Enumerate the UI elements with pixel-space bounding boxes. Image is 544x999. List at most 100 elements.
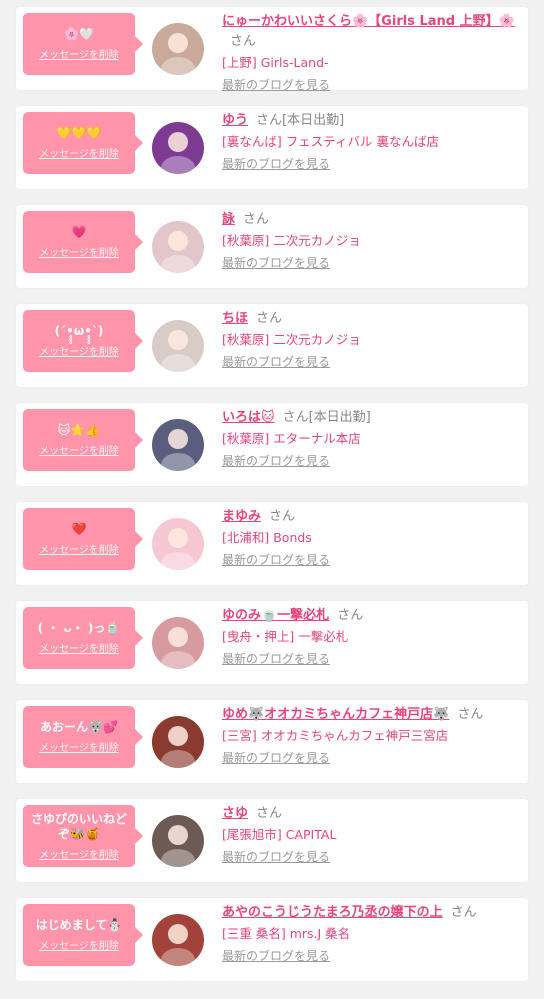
latest-blog-link[interactable]: 最新のブログを見る xyxy=(222,450,518,472)
honorific-label: さん xyxy=(256,311,283,326)
girl-name-link[interactable]: まゆみ xyxy=(222,509,261,524)
latest-blog-link[interactable]: 最新のブログを見る xyxy=(222,351,518,373)
girl-name-link[interactable]: ちほ xyxy=(222,311,248,326)
message-bubble: はじめまして⛄ メッセージを削除 xyxy=(23,904,143,966)
honorific-label: さん xyxy=(269,509,296,524)
delete-message-link[interactable]: メッセージを削除 xyxy=(39,343,119,358)
profile-info: ゆう さん[本日出勤] [裏なんば] フェスティバル 裏なんば店 最新のブログを見… xyxy=(222,111,518,175)
girl-name-link[interactable]: さゆ xyxy=(222,806,248,821)
message-bubble: ( ・ ᴗ・ )っ🍵 メッセージを削除 xyxy=(23,607,143,669)
shop-label: [秋葉原] 二次元カノジョ xyxy=(222,332,361,347)
shop-label: [尾張旭市] CAPITAL xyxy=(222,827,337,842)
name-line: にゅーかわいいさくら🌸【Girls Land 上野】🌸 さん xyxy=(222,12,518,52)
avatar-image xyxy=(152,617,204,669)
avatar-image xyxy=(152,221,204,273)
girl-name-link[interactable]: 詠 xyxy=(222,212,235,227)
avatar-image xyxy=(152,716,204,768)
avatar-image xyxy=(152,518,204,570)
name-line: いろは🐱 さん[本日出勤] xyxy=(222,408,518,428)
avatar-image xyxy=(152,23,204,75)
message-card: 🐱⭐👍 メッセージを削除 いろは🐱 さん[本日出勤] [秋葉原] エターナル本店 … xyxy=(16,403,528,486)
message-bubble: 💗 メッセージを削除 xyxy=(23,211,143,273)
message-text: ❤️ xyxy=(71,522,87,536)
delete-message-link[interactable]: メッセージを削除 xyxy=(39,46,119,61)
message-card: ( ・ ᴗ・ )っ🍵 メッセージを削除 ゆのみ🍵一撃必札 さん [曳舟・押上] 一… xyxy=(16,601,528,684)
shop-label: [三重 桑名] mrs.J 桑名 xyxy=(222,926,351,941)
latest-blog-link[interactable]: 最新のブログを見る xyxy=(222,945,518,967)
girl-name-link[interactable]: あやのこうじうたまろ乃丞の嬢下の上 xyxy=(222,905,443,920)
message-card: (´•̥̥̥ω•̥̥̥`) メッセージを削除 ちほ さん [秋葉原] 二次元カノジ… xyxy=(16,304,528,387)
message-list: 🌸🤍 メッセージを削除 にゅーかわいいさくら🌸【Girls Land 上野】🌸 さ… xyxy=(0,0,544,981)
avatar-image xyxy=(152,419,204,471)
honorific-label: さん xyxy=(450,905,477,920)
avatar[interactable] xyxy=(152,617,204,669)
profile-info: さゆ さん [尾張旭市] CAPITAL 最新のブログを見る xyxy=(222,804,518,868)
latest-blog-link[interactable]: 最新のブログを見る xyxy=(222,74,518,96)
attendance-status: [本日出勤] xyxy=(282,113,345,128)
message-bubble: 💛💛💛 メッセージを削除 xyxy=(23,112,143,174)
message-bubble: あおーん🐺💕 メッセージを削除 xyxy=(23,706,143,768)
message-text: 💗 xyxy=(71,225,87,239)
latest-blog-link[interactable]: 最新のブログを見る xyxy=(222,648,518,670)
message-card: 🌸🤍 メッセージを削除 にゅーかわいいさくら🌸【Girls Land 上野】🌸 さ… xyxy=(16,7,528,92)
profile-info: ちほ さん [秋葉原] 二次元カノジョ 最新のブログを見る xyxy=(222,309,518,373)
message-bubble: さゆぴのいいねど ぞ🐝🍯 メッセージを削除 xyxy=(23,805,143,867)
shop-label: [裏なんば] フェスティバル 裏なんば店 xyxy=(222,134,439,149)
shop-label: [三宮] オオカミちゃんカフェ神戸三宮店 xyxy=(222,728,449,743)
delete-message-link[interactable]: メッセージを削除 xyxy=(39,937,119,952)
girl-name-link[interactable]: ゆのみ🍵一撃必札 xyxy=(222,608,329,623)
message-card: はじめまして⛄ メッセージを削除 あやのこうじうたまろ乃丞の嬢下の上 さん [三重… xyxy=(16,898,528,981)
profile-info: 詠さん [秋葉原] 二次元カノジョ 最新のブログを見る xyxy=(222,210,518,274)
message-card: ❤️ メッセージを削除 まゆみ さん [北浦和] Bonds 最新のブログを見る xyxy=(16,502,528,585)
girl-name-link[interactable]: ゆう xyxy=(222,113,248,128)
delete-message-link[interactable]: メッセージを削除 xyxy=(39,541,119,556)
name-line: あやのこうじうたまろ乃丞の嬢下の上 さん xyxy=(222,903,518,923)
name-line: ゆめ🐺オオカミちゃんカフェ神戸店🐺 さん xyxy=(222,705,518,725)
delete-message-link[interactable]: メッセージを削除 xyxy=(39,145,119,160)
latest-blog-link[interactable]: 最新のブログを見る xyxy=(222,153,518,175)
avatar[interactable] xyxy=(152,122,204,174)
delete-message-link[interactable]: メッセージを削除 xyxy=(39,244,119,259)
honorific-label: さん xyxy=(282,410,309,425)
message-card: 💛💛💛 メッセージを削除 ゆう さん[本日出勤] [裏なんば] フェスティバル 裏… xyxy=(16,106,528,189)
avatar[interactable] xyxy=(152,815,204,867)
message-text: あおーん🐺💕 xyxy=(40,720,118,734)
shop-label: [上野] Girls-Land- xyxy=(222,55,329,70)
delete-message-link[interactable]: メッセージを削除 xyxy=(39,739,119,754)
latest-blog-link[interactable]: 最新のブログを見る xyxy=(222,846,518,868)
message-text: はじめまして⛄ xyxy=(35,918,123,932)
latest-blog-link[interactable]: 最新のブログを見る xyxy=(222,747,518,769)
latest-blog-link[interactable]: 最新のブログを見る xyxy=(222,549,518,571)
profile-info: にゅーかわいいさくら🌸【Girls Land 上野】🌸 さん [上野] Girls… xyxy=(222,12,518,96)
shop-label: [秋葉原] 二次元カノジョ xyxy=(222,233,361,248)
name-line: ゆのみ🍵一撃必札 さん xyxy=(222,606,518,626)
avatar[interactable] xyxy=(152,914,204,966)
delete-message-link[interactable]: メッセージを削除 xyxy=(39,442,119,457)
shop-label: [曳舟・押上] 一撃必札 xyxy=(222,629,349,644)
girl-name-link[interactable]: いろは🐱 xyxy=(222,410,275,425)
avatar[interactable] xyxy=(152,716,204,768)
message-bubble: ❤️ メッセージを削除 xyxy=(23,508,143,570)
avatar[interactable] xyxy=(152,419,204,471)
delete-message-link[interactable]: メッセージを削除 xyxy=(39,640,119,655)
message-card: あおーん🐺💕 メッセージを削除 ゆめ🐺オオカミちゃんカフェ神戸店🐺 さん [三宮]… xyxy=(16,700,528,783)
avatar-image xyxy=(152,320,204,372)
honorific-label: さん xyxy=(256,113,283,128)
latest-blog-link[interactable]: 最新のブログを見る xyxy=(222,252,518,274)
avatar[interactable] xyxy=(152,23,204,75)
message-bubble: 🌸🤍 メッセージを削除 xyxy=(23,13,143,75)
delete-message-link[interactable]: メッセージを削除 xyxy=(39,846,119,861)
honorific-label: さん xyxy=(230,34,257,49)
honorific-label: さん xyxy=(256,806,283,821)
message-text: 🐱⭐👍 xyxy=(57,423,101,437)
message-card: さゆぴのいいねど ぞ🐝🍯 メッセージを削除 さゆ さん [尾張旭市] CAPITA… xyxy=(16,799,528,882)
honorific-label: さん xyxy=(457,707,484,722)
profile-info: まゆみ さん [北浦和] Bonds 最新のブログを見る xyxy=(222,507,518,571)
avatar[interactable] xyxy=(152,320,204,372)
message-bubble: (´•̥̥̥ω•̥̥̥`) メッセージを削除 xyxy=(23,310,143,372)
girl-name-link[interactable]: にゅーかわいいさくら🌸【Girls Land 上野】🌸 xyxy=(222,14,515,29)
avatar[interactable] xyxy=(152,221,204,273)
name-line: さゆ さん xyxy=(222,804,518,824)
girl-name-link[interactable]: ゆめ🐺オオカミちゃんカフェ神戸店🐺 xyxy=(222,707,449,722)
avatar[interactable] xyxy=(152,518,204,570)
